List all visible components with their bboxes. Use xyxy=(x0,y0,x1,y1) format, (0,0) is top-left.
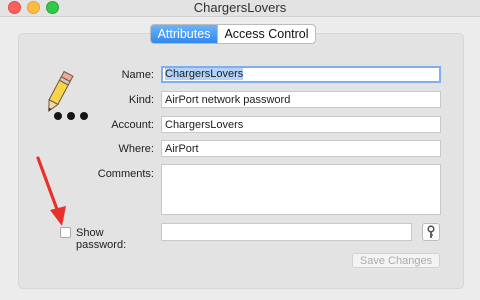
name-label: Name: xyxy=(121,69,154,81)
name-value: ChargersLovers xyxy=(165,68,244,80)
comments-label: Comments: xyxy=(97,168,154,180)
kind-label: Kind: xyxy=(128,94,154,106)
title-bar: ChargersLovers xyxy=(0,0,480,17)
where-field[interactable]: AirPort xyxy=(161,140,441,157)
account-label: Account: xyxy=(111,119,154,131)
save-changes-button[interactable]: Save Changes xyxy=(352,253,440,268)
tab-attributes[interactable]: Attributes xyxy=(151,25,217,43)
comments-field[interactable] xyxy=(161,164,441,215)
password-field[interactable] xyxy=(161,223,412,241)
password-assistant-button[interactable] xyxy=(422,223,440,241)
tab-access-control[interactable]: Access Control xyxy=(217,25,315,43)
dot-1 xyxy=(54,112,62,120)
show-password-label: Show password: xyxy=(76,227,127,251)
name-field[interactable]: ChargersLovers xyxy=(161,66,441,83)
window-title: ChargersLovers xyxy=(193,0,287,15)
account-field[interactable]: ChargersLovers xyxy=(161,116,441,133)
tab-bar: Attributes Access Control xyxy=(150,24,316,44)
key-icon xyxy=(427,225,435,238)
red-arrow-icon xyxy=(36,156,66,226)
where-label: Where: xyxy=(118,143,154,155)
kind-field[interactable]: AirPort network password xyxy=(161,91,441,108)
